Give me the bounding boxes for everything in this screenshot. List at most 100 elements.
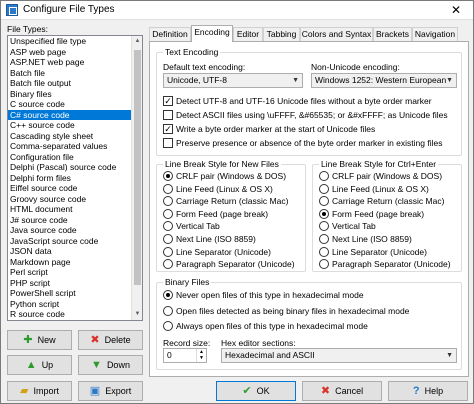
list-item[interactable]: Comma-separated values <box>8 141 142 152</box>
detect-ascii-checkbox[interactable]: Detect ASCII files using \uFFFF, &#65535… <box>163 110 448 120</box>
write-bom-checkbox[interactable]: ✓ Write a byte order marker at the start… <box>163 124 375 134</box>
non-unicode-encoding-label: Non-Unicode encoding: <box>311 62 400 72</box>
scrollbar-thumb[interactable] <box>134 50 141 285</box>
line-break-ctrl-group: Line Break Style for Ctrl+Enter CRLF pai… <box>312 159 462 272</box>
list-item[interactable]: C source code <box>8 99 142 110</box>
radio-circle-icon <box>163 208 173 219</box>
checkbox-label: Detect UTF-8 and UTF-16 Unicode files wi… <box>176 96 432 106</box>
radio-option[interactable]: CRLF pair (Windows & DOS) <box>163 171 286 181</box>
list-item[interactable]: R source code <box>8 309 142 320</box>
radio-option[interactable]: Always open files of this type in hexade… <box>163 321 368 331</box>
radio-option[interactable]: Form Feed (page break) <box>163 208 268 219</box>
radio-option[interactable]: Carriage Return (classic Mac) <box>163 196 289 207</box>
list-item[interactable]: Batch file <box>8 68 142 79</box>
radio-option[interactable]: Paragraph Separator (Unicode) <box>163 259 295 270</box>
list-item[interactable]: Registration entries <box>8 320 142 321</box>
list-item[interactable]: Configuration file <box>8 152 142 163</box>
tab-definition[interactable]: Definition <box>149 27 191 42</box>
radio-option[interactable]: Line Feed (Linux & OS X) <box>163 183 273 194</box>
preserve-bom-checkbox[interactable]: Preserve presence or absence of the byte… <box>163 138 442 148</box>
list-item[interactable]: Batch file output <box>8 78 142 89</box>
spin-arrows-icon[interactable]: ▲ ▼ <box>196 349 206 362</box>
non-unicode-encoding-select[interactable]: Windows 1252: Western European ▼ <box>311 73 457 88</box>
import-button[interactable]: ▰ Import <box>7 381 72 401</box>
radio-label: CRLF pair (Windows & DOS) <box>332 171 443 181</box>
checkbox-label: Detect ASCII files using \uFFFF, &#65535… <box>176 110 448 120</box>
new-button[interactable]: ✚ New <box>7 330 72 350</box>
list-item[interactable]: Eiffel source code <box>8 183 142 194</box>
radio-option[interactable]: Next Line (ISO 8859) <box>319 234 412 244</box>
list-item[interactable]: JSON data <box>8 246 142 257</box>
radio-option[interactable]: Paragraph Separator (Unicode) <box>319 259 451 270</box>
checkbox-label: Preserve presence or absence of the byte… <box>176 138 443 148</box>
list-item[interactable]: Perl script <box>8 267 142 278</box>
radio-option[interactable]: Line Separator (Unicode) <box>163 246 271 257</box>
radio-circle-icon <box>163 196 173 207</box>
hex-sections-select[interactable]: Hexadecimal and ASCII ▼ <box>221 348 457 363</box>
radio-label: CRLF pair (Windows & DOS) <box>176 171 287 181</box>
list-item[interactable]: Binary files <box>8 89 142 100</box>
list-item[interactable]: C# source code <box>8 109 142 120</box>
default-encoding-value: Unicode, UTF-8 <box>167 75 227 85</box>
help-icon: ? <box>412 384 420 397</box>
tab-encoding[interactable]: Encoding <box>191 25 233 42</box>
help-button[interactable]: ? Help <box>388 381 468 401</box>
list-item[interactable]: ASP web page <box>8 47 142 58</box>
list-item[interactable]: PowerShell script <box>8 288 142 299</box>
cancel-button[interactable]: ✖ Cancel <box>302 381 382 401</box>
list-item[interactable]: PHP script <box>8 278 142 289</box>
tab-editor[interactable]: Editor <box>233 27 263 42</box>
list-item[interactable]: ASP.NET web page <box>8 57 142 68</box>
binary-files-group: Binary Files Never open files of this ty… <box>156 277 462 370</box>
radio-label: Carriage Return (classic Mac) <box>176 196 289 207</box>
cancel-button-label: Cancel <box>335 386 364 396</box>
export-button[interactable]: ▣ Export <box>78 381 143 401</box>
tab-colors-and-syntax[interactable]: Colors and Syntax <box>300 27 373 42</box>
list-item[interactable]: Cascading style sheet <box>8 131 142 142</box>
tab-navigation[interactable]: Navigation <box>412 27 458 42</box>
delete-icon: ✖ <box>90 333 100 346</box>
radio-option[interactable]: CRLF pair (Windows & DOS) <box>319 171 442 181</box>
detect-utf-checkbox[interactable]: ✓ Detect UTF-8 and UTF-16 Unicode files … <box>163 96 432 106</box>
radio-option[interactable]: Vertical Tab <box>319 221 376 232</box>
close-button[interactable]: ✕ <box>441 2 471 18</box>
list-item[interactable]: Python script <box>8 299 142 310</box>
scroll-down-icon[interactable]: ▼ <box>132 309 142 320</box>
radio-option[interactable]: Never open files of this type in hexadec… <box>163 290 364 300</box>
tab-tabbing[interactable]: Tabbing <box>263 27 300 42</box>
radio-option[interactable]: Open files detected as being binary file… <box>163 305 409 316</box>
radio-circle-icon <box>163 246 173 257</box>
radio-option[interactable]: Next Line (ISO 8859) <box>163 234 256 244</box>
radio-option[interactable]: Vertical Tab <box>163 221 220 232</box>
ok-button[interactable]: ✔ OK <box>216 381 296 401</box>
line-break-ctrl-title: Line Break Style for Ctrl+Enter <box>319 159 439 169</box>
record-size-input[interactable]: 0 ▲ ▼ <box>163 348 207 363</box>
up-button[interactable]: ▲ Up <box>7 355 72 375</box>
list-item[interactable]: Markdown page <box>8 257 142 268</box>
scroll-up-icon[interactable]: ▲ <box>132 36 142 47</box>
radio-label: Paragraph Separator (Unicode) <box>332 259 451 270</box>
new-button-label: New <box>37 335 56 345</box>
radio-label: Next Line (ISO 8859) <box>332 234 412 244</box>
tab-brackets[interactable]: Brackets <box>373 27 412 42</box>
down-button[interactable]: ▼ Down <box>78 355 143 375</box>
list-item[interactable]: J# source code <box>8 215 142 226</box>
file-types-list[interactable]: Unspecified file type ASP web page ASP.NET… <box>7 35 143 321</box>
default-encoding-select[interactable]: Unicode, UTF-8 ▼ <box>163 73 303 88</box>
radio-option[interactable]: Line Separator (Unicode) <box>319 246 427 257</box>
radio-label: Vertical Tab <box>176 221 220 232</box>
list-item[interactable]: Unspecified file type <box>8 36 142 47</box>
delete-button[interactable]: ✖ Delete <box>78 330 143 350</box>
radio-option[interactable]: Line Feed (Linux & OS X) <box>319 183 429 194</box>
vertical-scrollbar[interactable]: ▲ ▼ <box>131 36 142 320</box>
list-item[interactable]: Delphi (Pascal) source code <box>8 162 142 173</box>
list-item[interactable]: C++ source code <box>8 120 142 131</box>
list-item[interactable]: Java source code <box>8 225 142 236</box>
app-icon <box>6 4 18 16</box>
list-item[interactable]: Groovy source code <box>8 194 142 205</box>
radio-option[interactable]: Carriage Return (classic Mac) <box>319 196 444 207</box>
list-item[interactable]: HTML document <box>8 204 142 215</box>
radio-option[interactable]: Form Feed (page break) <box>319 208 424 219</box>
list-item[interactable]: JavaScript source code <box>8 236 142 247</box>
list-item[interactable]: Delphi form files <box>8 173 142 184</box>
